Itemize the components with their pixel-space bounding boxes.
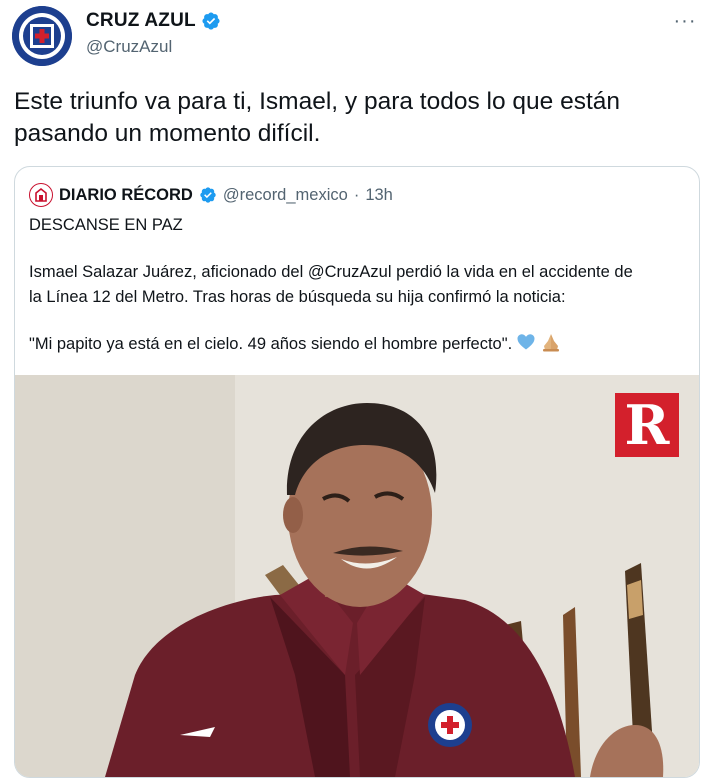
author-display-name[interactable]: CRUZ AZUL bbox=[86, 10, 196, 32]
photo-illustration bbox=[15, 375, 699, 777]
tweet-text-line: pasando un momento difícil. bbox=[14, 120, 321, 147]
record-logo-icon bbox=[29, 183, 53, 207]
watermark-letter: R bbox=[624, 393, 670, 457]
blue-heart-icon bbox=[517, 334, 535, 350]
author-name-row: CRUZ AZUL bbox=[86, 10, 221, 32]
quoted-quote-line: "Mi papito ya está en el cielo. 49 años … bbox=[29, 332, 689, 357]
quoted-separator: · bbox=[353, 185, 360, 204]
author-handle[interactable]: @CruzAzul bbox=[86, 37, 172, 57]
quoted-quote-text: "Mi papito ya está en el cielo. 49 años … bbox=[29, 335, 513, 353]
tweet-text: Este triunfo va para ti, Ismael, y para … bbox=[14, 86, 704, 150]
more-icon: ··· bbox=[673, 9, 697, 32]
quoted-display-name[interactable]: DIARIO RÉCORD bbox=[59, 186, 193, 205]
verified-badge-icon bbox=[202, 12, 220, 30]
cruz-azul-crest-icon bbox=[12, 6, 72, 66]
author-avatar[interactable] bbox=[12, 6, 72, 66]
quoted-tweet-header: DIARIO RÉCORD @record_mexico · 13h bbox=[29, 183, 393, 207]
tweet: CRUZ AZUL @CruzAzul ··· Este triunfo va … bbox=[0, 0, 712, 778]
quoted-handle[interactable]: @record_mexico bbox=[223, 186, 348, 205]
quoted-headline: DESCANSE EN PAZ bbox=[29, 216, 183, 234]
quoted-paragraph-line: Ismael Salazar Juárez, aficionado del @C… bbox=[29, 263, 633, 281]
quoted-tweet-card[interactable]: DIARIO RÉCORD @record_mexico · 13h DESCA… bbox=[14, 166, 700, 778]
quoted-timestamp[interactable]: 13h bbox=[365, 186, 393, 205]
quoted-paragraph-line: la Línea 12 del Metro. Tras horas de bús… bbox=[29, 288, 566, 306]
more-options-button[interactable]: ··· bbox=[672, 8, 698, 34]
verified-badge-icon bbox=[200, 187, 216, 203]
tweet-text-line: Este triunfo va para ti, Ismael, y para … bbox=[14, 88, 621, 115]
quoted-tweet-body: DESCANSE EN PAZ Ismael Salazar Juárez, a… bbox=[29, 213, 689, 357]
quoted-tweet-photo[interactable]: R bbox=[15, 375, 699, 777]
folded-hands-icon bbox=[543, 334, 560, 352]
record-watermark-logo: R bbox=[615, 393, 679, 457]
